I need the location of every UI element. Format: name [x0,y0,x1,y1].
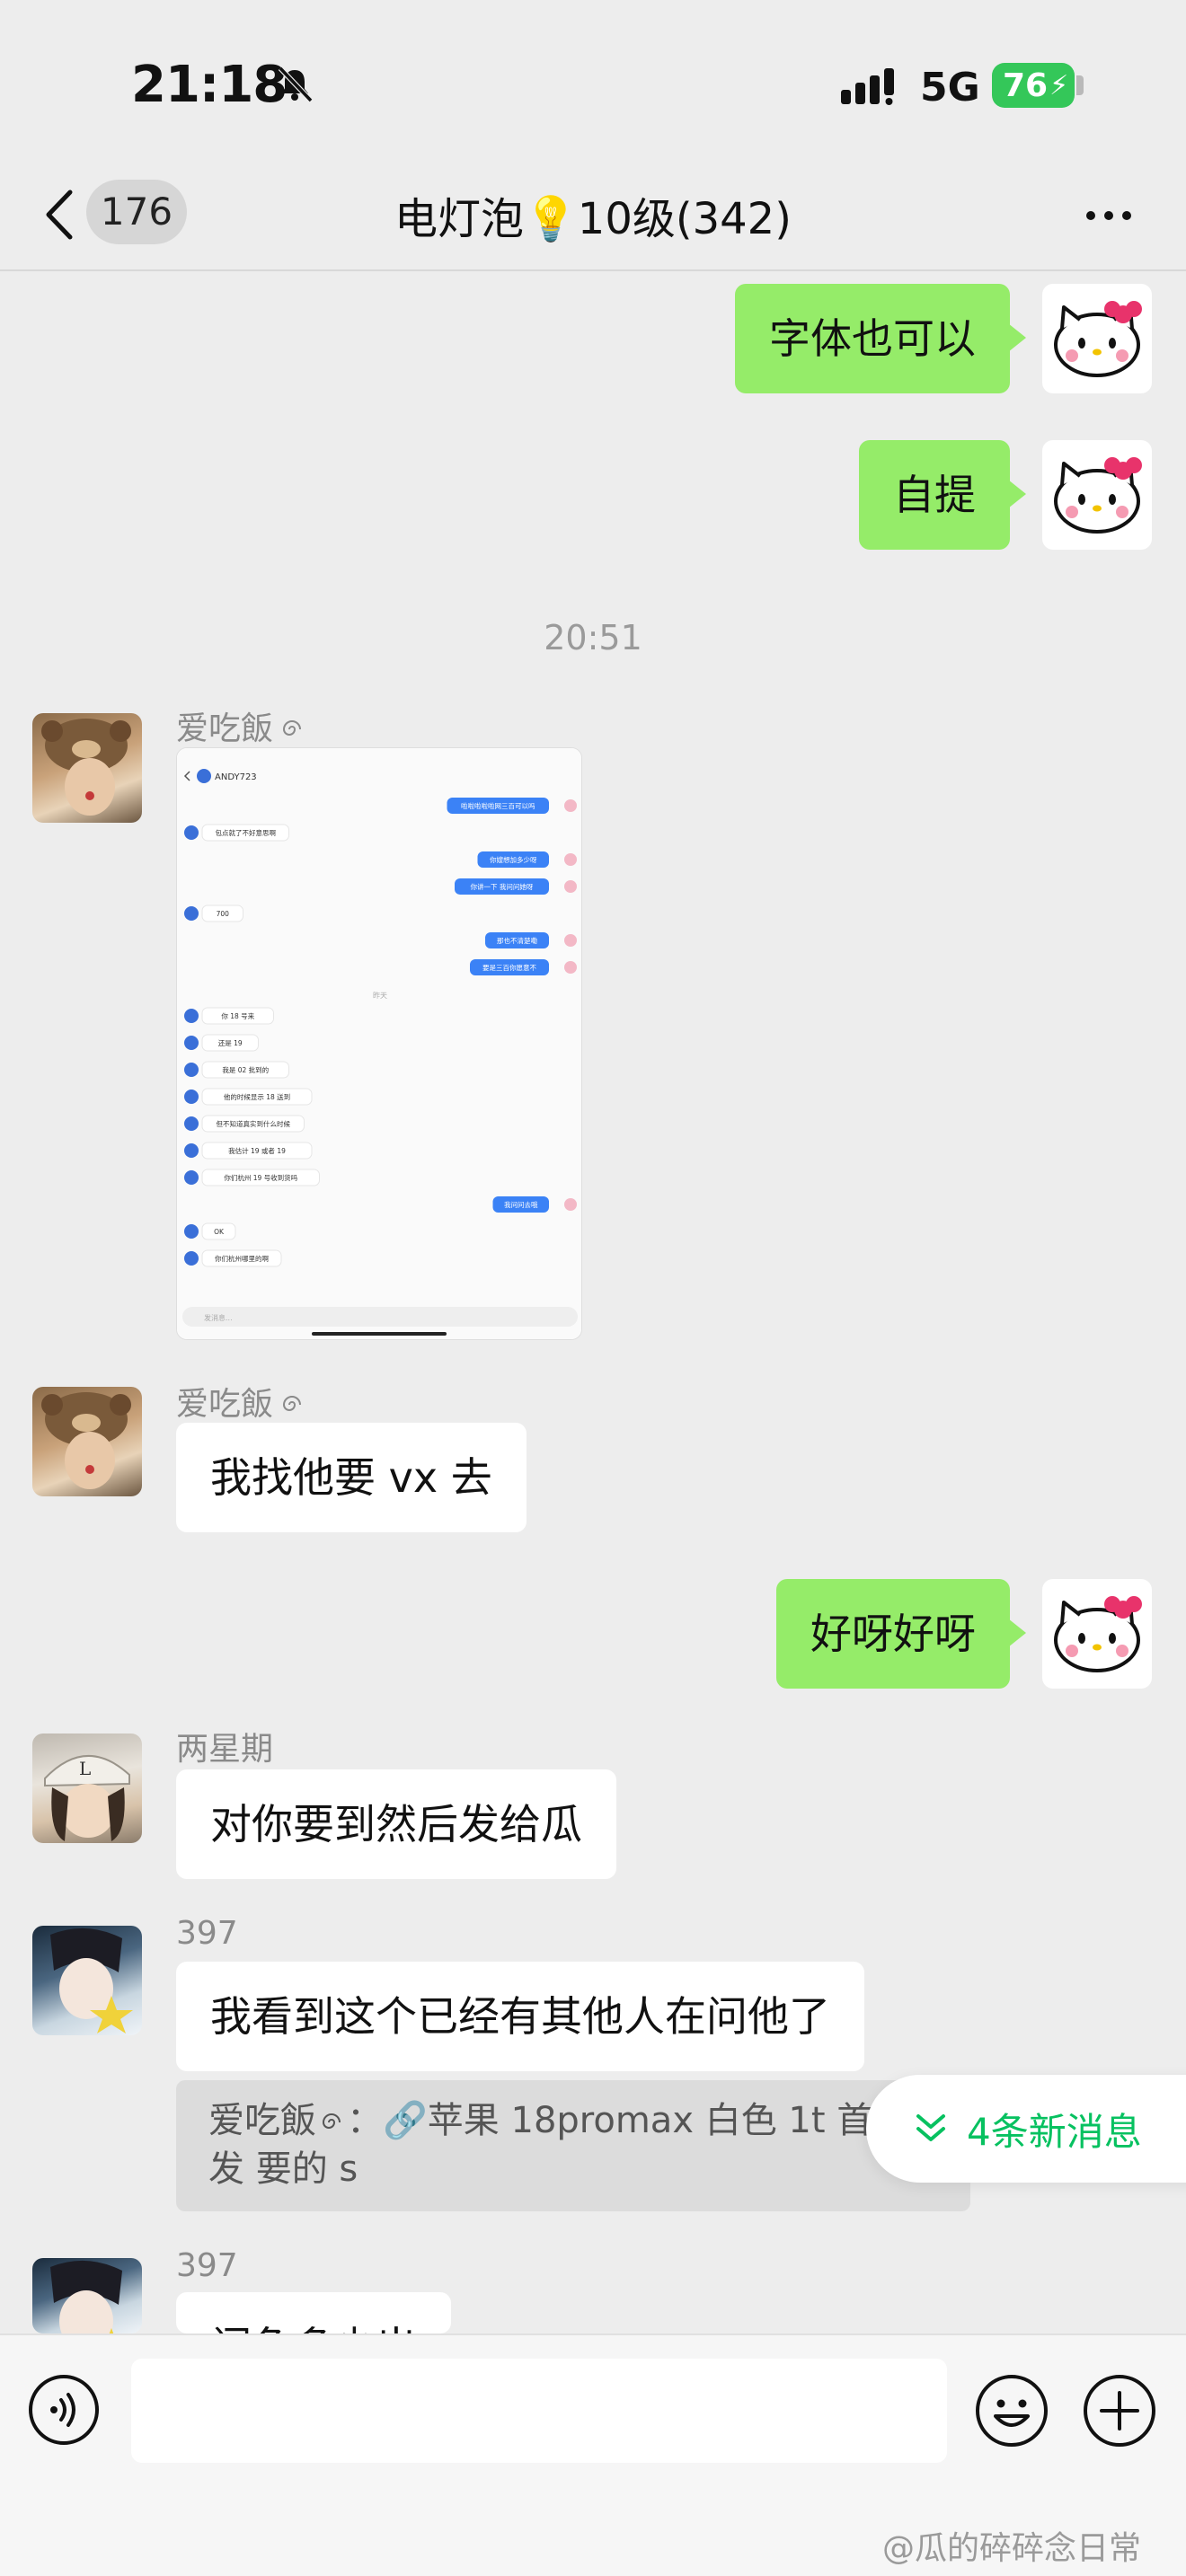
preview-my-avatar [564,1198,577,1211]
preview-peer-avatar [184,1224,199,1239]
sender-avatar[interactable] [32,2258,142,2333]
hello-kitty-avatar-image [1054,301,1142,377]
preview-peer-avatar [184,825,199,840]
quote-line-1: 爱吃飯 ：🔗苹果 18promax 白色 1t 首 [208,2100,873,2141]
preview-input-placeholder: 发消息... [204,1313,233,1322]
swirl-emoji-icon [283,1396,302,1411]
sender-avatar[interactable] [32,1387,142,1496]
preview-incoming-text: 但不知道真实到什么时候 [217,1119,291,1128]
preview-outgoing-text: 你讲一下 我问问她呀 [471,882,534,891]
preview-status-bar [177,748,581,757]
preview-incoming-text: 包点就了不好意思啊 [216,828,277,837]
sender-name: 397 [176,1915,238,1952]
message-input[interactable] [131,2359,947,2463]
sender-name: 397 [176,2247,238,2284]
plus-more-icon[interactable] [1082,2373,1157,2448]
status-time: 21:18 [131,56,288,114]
cap-girl-avatar-image: L [44,1755,130,1841]
preview-my-avatar [564,799,577,812]
preview-my-avatar [564,880,577,893]
bell-muted-icon [278,66,314,103]
more-options-icon[interactable] [1082,198,1136,234]
hello-kitty-avatar-image [1054,457,1142,534]
quote-line-2: 发 要的 s [208,2148,358,2190]
outgoing-message-bubble[interactable]: 字体也可以 [735,284,1026,393]
battery-cap [1076,75,1084,95]
chat-title: 电灯泡💡10级(342) [394,194,792,244]
preview-peer-avatar [184,1251,199,1266]
incoming-message-bubble[interactable]: 闲鱼多少出 [176,2292,451,2333]
svg-text:L: L [79,1758,91,1779]
preview-incoming-text: 你们杭州哪里的啊 [215,1254,269,1263]
bear-hat-avatar-image [41,1392,131,1489]
battery-indicator: 76 ⚡ [992,63,1075,108]
preview-peer-avatar [184,906,199,921]
preview-outgoing-text: 我问问去哦 [504,1200,538,1209]
sender-name: 两星期 [176,1731,274,1768]
preview-incoming-text: 我是 02 批到的 [222,1065,269,1074]
preview-peer-avatar [184,1009,199,1023]
swirl-emoji-icon [283,720,302,736]
sender-name: 爱吃飯 [176,702,307,749]
preview-date-divider: 昨天 [373,991,387,1000]
preview-incoming-text: OK [214,1228,225,1236]
network-type: 5G [920,65,980,110]
preview-header-name: ANDY723 [215,772,257,782]
double-chevron-down-icon [916,2114,945,2141]
voice-input-icon[interactable] [27,2373,101,2447]
my-avatar[interactable] [1042,1579,1152,1689]
image-message-screenshot[interactable]: ANDY723 啦啦啦啦啦网三百可以吗包点就了不好意思啊你嫂想加多少呀你讲一下 我… [176,747,582,1340]
preview-peer-avatar [184,1170,199,1185]
preview-incoming-text: 他的时候显示 18 送到 [224,1092,290,1101]
hello-kitty-avatar-image [1054,1596,1142,1672]
new-messages-label: 4条新消息 [967,2109,1142,2154]
quoted-message[interactable]: 爱吃飯 ：🔗苹果 18promax 白色 1t 首 发 要的 s [176,2080,970,2211]
charging-bolt-icon: ⚡ [1049,69,1069,101]
status-bar: 21:18 5G 76 ⚡ [0,0,1186,162]
preview-outgoing-text: 啦啦啦啦啦网三百可以吗 [461,801,535,810]
preview-my-avatar [564,961,577,974]
swirl-emoji-icon [322,2113,341,2129]
preview-incoming-text: 我估计 19 或者 19 [228,1146,286,1155]
preview-incoming-text: 你 18 号来 [221,1011,254,1020]
incoming-message-bubble[interactable]: 我看到这个已经有其他人在问他了 [176,1962,864,2071]
preview-incoming-text: 还是 19 [218,1038,243,1047]
preview-peer-avatar [184,1063,199,1077]
sender-avatar[interactable] [32,713,142,823]
preview-header-avatar [197,769,211,783]
preview-peer-avatar [184,1036,199,1050]
sender-name: 爱吃飯 [176,1378,307,1425]
preview-peer-avatar [184,1143,199,1158]
battery-level: 76 [1003,66,1049,104]
preview-peer-avatar [184,1116,199,1131]
preview-outgoing-text: 那也不清楚嘞 [497,936,537,945]
my-avatar[interactable] [1042,284,1152,393]
star-boy-avatar-image [50,2260,122,2333]
preview-incoming-text: 你们杭州 19 号收到货吗 [224,1173,297,1182]
preview-incoming-text: 700 [217,910,230,918]
cellular-signal-icon [841,68,894,105]
incoming-message-bubble[interactable]: 我找他要 vx 去 [176,1423,527,1532]
preview-my-avatar [564,934,577,947]
emoji-icon[interactable] [974,2373,1049,2448]
chat-header: 176 电灯泡💡10级(342) [0,162,1186,271]
preview-outgoing-text: 你嫂想加多少呀 [490,855,537,864]
star-boy-avatar-image [50,1928,133,2033]
sender-avatar[interactable]: L [32,1734,142,1843]
chat-screenshot-preview: ANDY723 啦啦啦啦啦网三百可以吗包点就了不好意思啊你嫂想加多少呀你讲一下 我… [177,748,581,1339]
sender-avatar[interactable] [32,1926,142,2035]
my-avatar[interactable] [1042,440,1152,550]
watermark: @瓜的碎碎念日常 [882,2530,1142,2567]
preview-input-field [182,1307,578,1327]
preview-outgoing-text: 要是三百你愿意不 [482,963,536,972]
outgoing-message-bubble[interactable]: 自提 [859,440,1026,550]
preview-my-avatar [564,853,577,866]
message-timestamp: 20:51 [544,618,642,657]
preview-peer-avatar [184,1090,199,1104]
incoming-message-bubble[interactable]: 对你要到然后发给瓜 [176,1769,616,1879]
outgoing-message-bubble[interactable]: 好呀好呀 [776,1579,1026,1689]
new-messages-button[interactable]: 4条新消息 [866,2075,1186,2183]
bear-hat-avatar-image [41,719,131,816]
preview-home-indicator [312,1332,447,1336]
